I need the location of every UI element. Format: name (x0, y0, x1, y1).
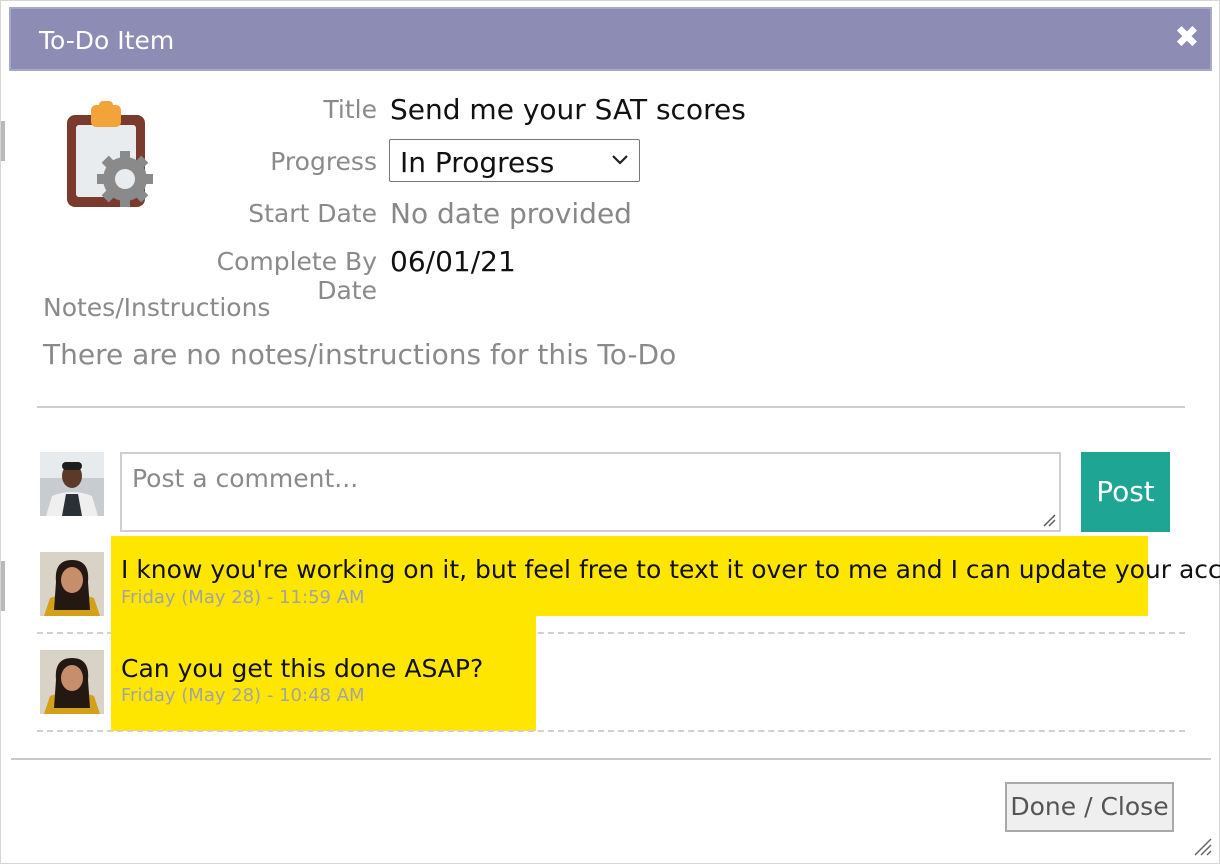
commenter-avatar (40, 650, 104, 714)
start-date-label: Start Date (248, 199, 377, 228)
progress-select[interactable]: In Progress (389, 139, 640, 182)
todo-dialog: To-Do Item ✖ Title Send me your SAT scor… (0, 0, 1220, 864)
comment-textarea[interactable] (122, 454, 1059, 530)
post-button[interactable]: Post (1081, 452, 1170, 532)
background-edge (1, 561, 5, 611)
background-edge (1, 121, 5, 161)
window-resize-icon[interactable] (1191, 835, 1213, 857)
commenter-avatar (40, 552, 104, 616)
comment-timestamp: Friday (May 28) - 11:59 AM (121, 587, 365, 608)
comment-separator (37, 730, 1185, 732)
complete-by-value: 06/01/21 (390, 245, 516, 278)
title-label: Title (323, 95, 377, 124)
start-date-value: No date provided (390, 197, 632, 230)
comment-bubble: I know you're working on it, but feel fr… (111, 536, 1220, 616)
close-icon[interactable]: ✖ (1172, 23, 1202, 53)
comment-text: I know you're working on it, but feel fr… (121, 555, 1220, 584)
notes-label: Notes/Instructions (43, 293, 271, 322)
dialog-title: To-Do Item (39, 26, 175, 55)
dialog-titlebar[interactable]: To-Do Item ✖ (9, 7, 1212, 71)
chevron-down-icon (612, 155, 628, 165)
comment-timestamp: Friday (May 28) - 10:48 AM (121, 685, 365, 706)
comment-bubble: Can you get this done ASAP? Friday (May … (111, 616, 536, 731)
title-value: Send me your SAT scores (390, 93, 746, 126)
progress-selected-value: In Progress (400, 146, 555, 179)
clipboard-gear-icon (67, 101, 153, 207)
notes-text: There are no notes/instructions for this… (43, 338, 677, 371)
progress-label: Progress (270, 147, 377, 176)
current-user-avatar (40, 452, 104, 516)
section-divider (37, 406, 1185, 408)
comment-text: Can you get this done ASAP? (121, 654, 484, 683)
done-close-button[interactable]: Done / Close (1005, 782, 1174, 832)
comment-input[interactable] (120, 452, 1061, 532)
footer-divider (11, 758, 1211, 760)
